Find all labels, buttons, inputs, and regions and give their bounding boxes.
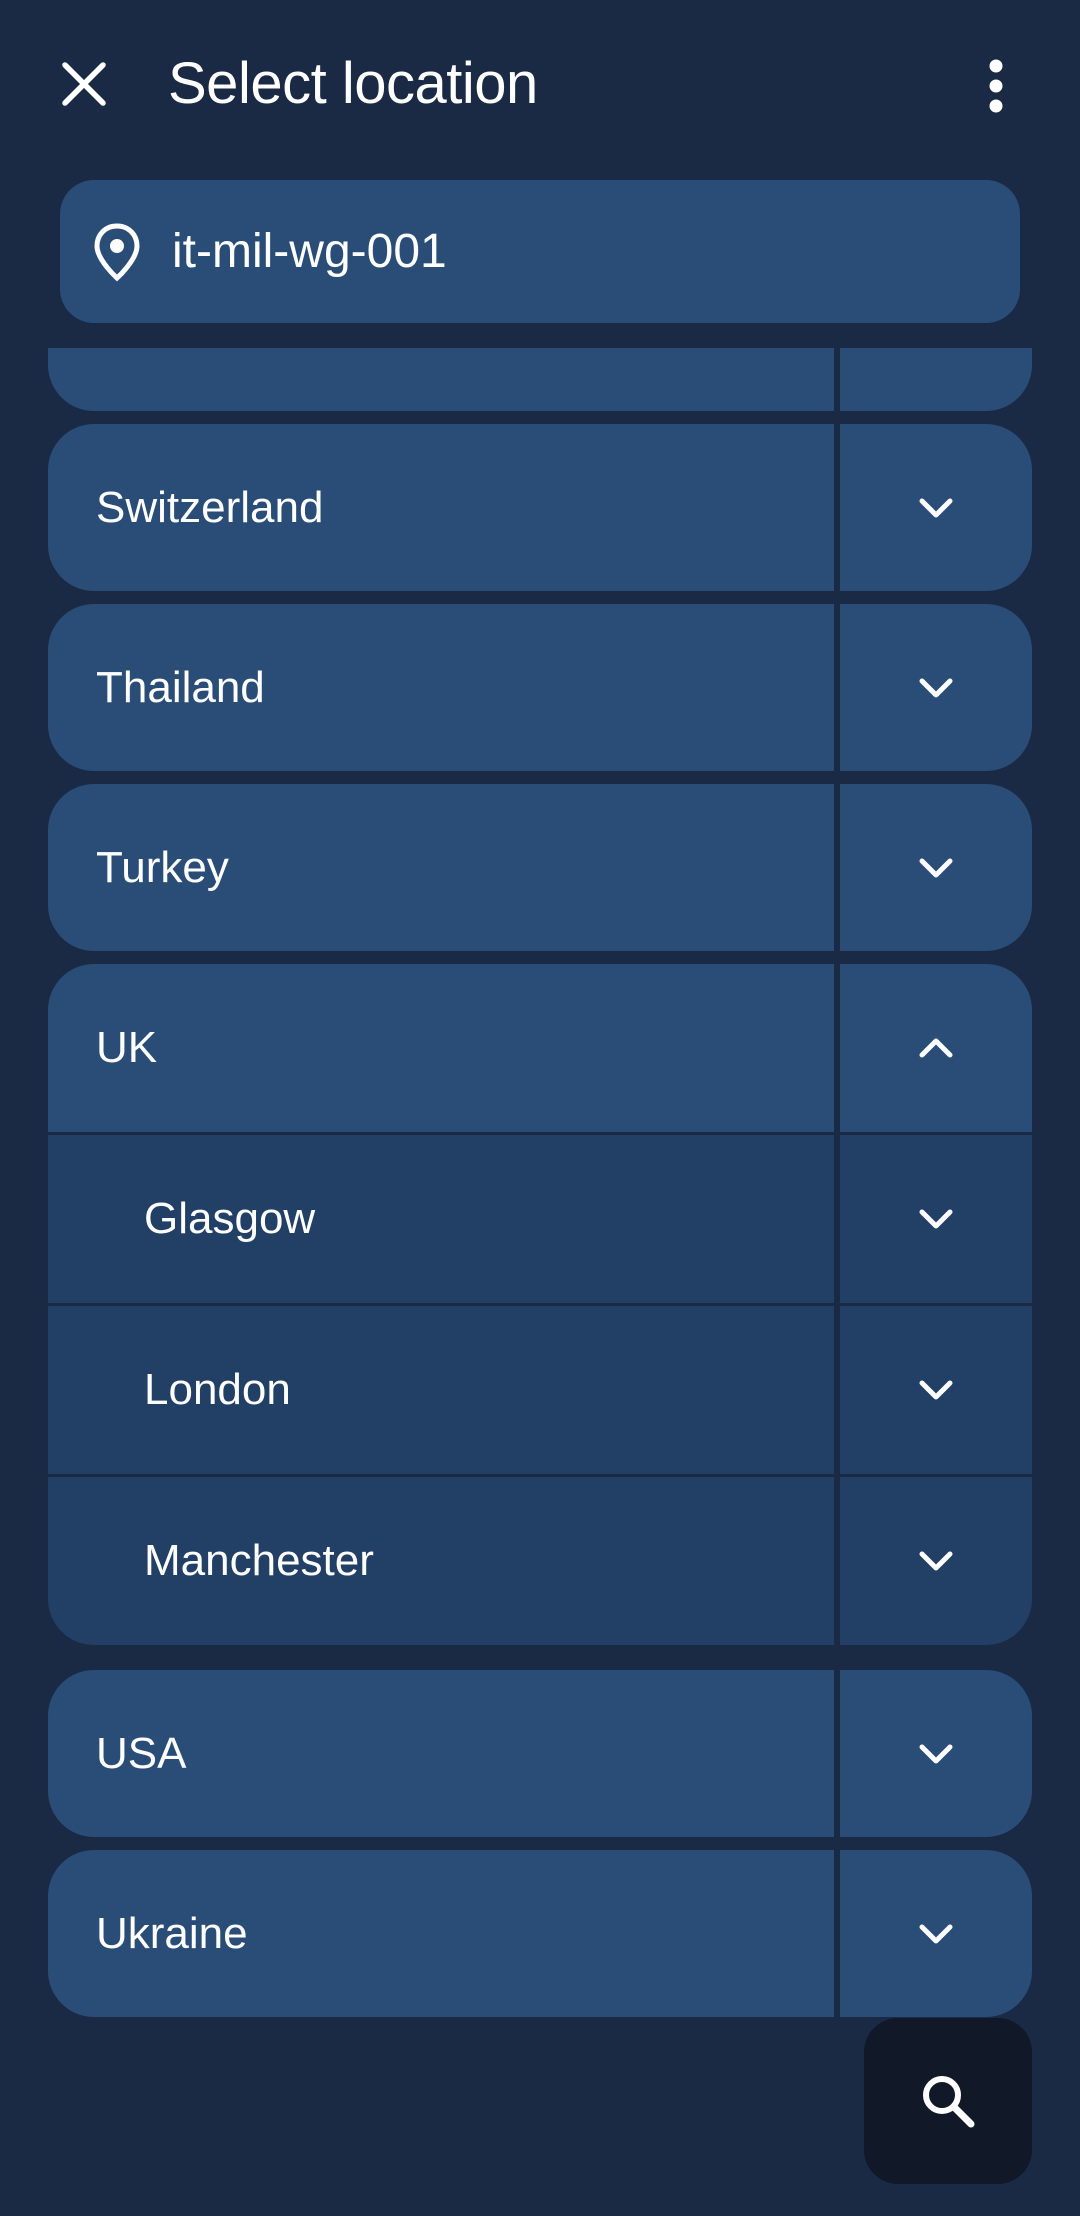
chevron-down-icon	[919, 498, 953, 517]
expand-button[interactable]	[840, 1670, 1032, 1837]
list-item-label: Turkey	[96, 842, 229, 892]
expand-button[interactable]	[840, 604, 1032, 771]
list-item-label: Ukraine	[96, 1908, 248, 1958]
location-pin-icon	[84, 219, 150, 285]
list-item-usa[interactable]: USA	[48, 1670, 1032, 1837]
chevron-down-icon	[919, 1551, 953, 1571]
chevron-down-icon	[919, 1924, 953, 1943]
list-item-ukraine[interactable]: Ukraine	[48, 1850, 1032, 2017]
more-vertical-icon	[989, 59, 1003, 113]
expand-button[interactable]	[840, 1306, 1032, 1474]
list-item-label: Thailand	[96, 662, 265, 712]
chevron-down-icon	[919, 858, 953, 877]
list-item-switzerland[interactable]: Switzerland	[48, 424, 1032, 591]
chevron-down-icon	[919, 1744, 953, 1763]
more-options-button[interactable]	[966, 46, 1026, 126]
expand-button[interactable]	[840, 1477, 1032, 1645]
list-item-label: Manchester	[144, 1536, 374, 1585]
chevron-up-icon	[919, 1038, 953, 1058]
list-item-label: UK	[96, 1023, 158, 1072]
top-app-bar: Select location	[0, 0, 1080, 170]
chevron-down-icon	[919, 678, 953, 697]
expand-button[interactable]	[840, 784, 1032, 951]
list-item-label: London	[144, 1365, 291, 1414]
close-icon	[62, 62, 106, 106]
list-item-label	[48, 348, 834, 411]
list-item-label: Switzerland	[96, 482, 324, 532]
search-fab-button[interactable]	[864, 2018, 1032, 2184]
list-item-uk[interactable]: UK	[48, 964, 1032, 1132]
expand-button[interactable]	[840, 348, 1032, 411]
list-item-turkey[interactable]: Turkey	[48, 784, 1032, 951]
list-item-thailand[interactable]: Thailand	[48, 604, 1032, 771]
expand-button[interactable]	[840, 1850, 1032, 2017]
list-item-partial[interactable]	[48, 348, 1032, 411]
expand-button[interactable]	[840, 1135, 1032, 1303]
list-item-london[interactable]: London	[48, 1306, 1032, 1474]
close-button[interactable]	[46, 44, 122, 124]
list-item-label: USA	[96, 1728, 187, 1778]
current-location-field[interactable]: it-mil-wg-001	[60, 180, 1020, 323]
chevron-down-icon	[919, 1380, 953, 1400]
list-item-label: Glasgow	[144, 1194, 316, 1243]
page-title: Select location	[168, 51, 538, 116]
expand-button[interactable]	[840, 424, 1032, 591]
collapse-button[interactable]	[840, 964, 1032, 1132]
current-location-label: it-mil-wg-001	[172, 225, 447, 278]
search-icon	[923, 2076, 975, 2128]
chevron-down-icon	[919, 1209, 953, 1229]
list-item-manchester[interactable]: Manchester	[48, 1477, 1032, 1645]
list-item-glasgow[interactable]: Glasgow	[48, 1135, 1032, 1303]
